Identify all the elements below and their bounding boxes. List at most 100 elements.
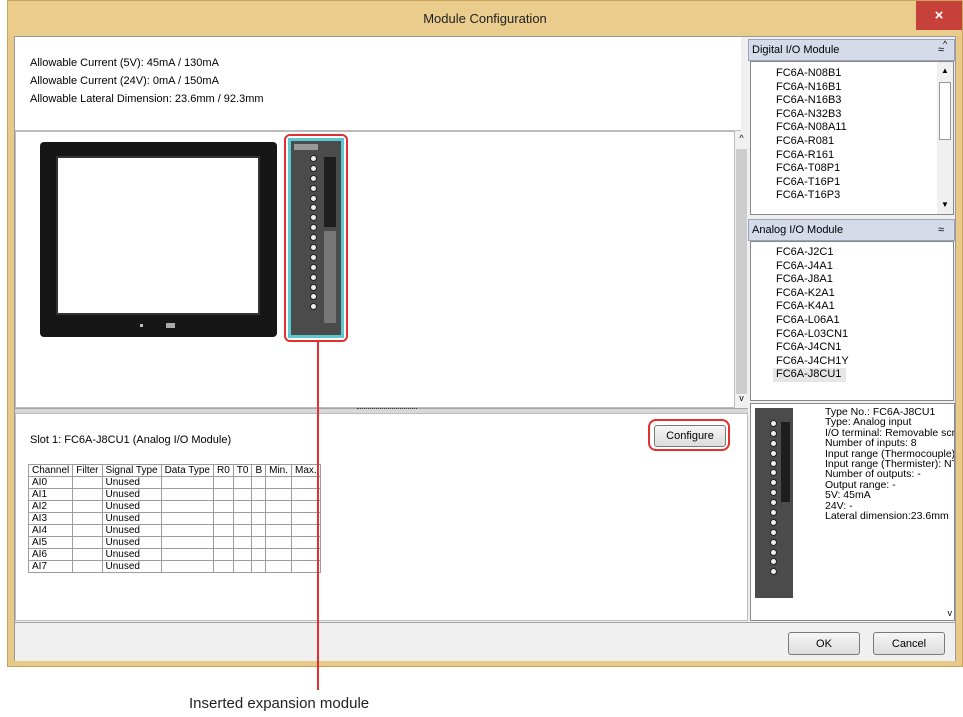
- scroll-down-icon[interactable]: v: [948, 608, 953, 618]
- table-cell[interactable]: AI2: [27, 500, 74, 513]
- table-cell[interactable]: Unused: [101, 512, 162, 525]
- table-row[interactable]: AI1 Unused: [27, 488, 321, 501]
- table-cell[interactable]: [291, 548, 321, 561]
- close-button[interactable]: ×: [916, 1, 962, 30]
- table-cell[interactable]: [251, 560, 267, 573]
- table-cell[interactable]: [291, 512, 321, 525]
- module-list-item[interactable]: FC6A-T08P1: [751, 162, 953, 176]
- module-list-item[interactable]: FC6A-N16B1: [751, 81, 953, 95]
- table-cell[interactable]: [232, 560, 253, 573]
- scroll-down-icon[interactable]: ▼: [937, 200, 953, 209]
- table-cell[interactable]: [72, 536, 103, 549]
- module-list-item[interactable]: FC6A-L03CN1: [751, 328, 953, 342]
- cancel-button[interactable]: Cancel: [873, 632, 945, 655]
- module-list-item[interactable]: FC6A-J8CU1: [773, 368, 846, 382]
- table-cell[interactable]: [212, 560, 234, 573]
- table-cell[interactable]: [72, 524, 103, 537]
- table-cell[interactable]: [72, 476, 103, 489]
- table-row[interactable]: AI5 Unused: [27, 536, 321, 549]
- table-cell[interactable]: [232, 548, 253, 561]
- table-cell[interactable]: [160, 512, 214, 525]
- table-row[interactable]: AI4 Unused: [27, 524, 321, 537]
- table-cell[interactable]: [265, 536, 293, 549]
- ok-button[interactable]: OK: [788, 632, 860, 655]
- table-cell[interactable]: [265, 488, 293, 501]
- table-row[interactable]: AI0 Unused: [27, 476, 321, 489]
- module-list-item[interactable]: FC6A-J4A1: [751, 260, 953, 274]
- module-list-item[interactable]: FC6A-T16P3: [751, 189, 953, 203]
- scroll-thumb[interactable]: [736, 149, 747, 394]
- table-cell[interactable]: Unused: [101, 524, 162, 537]
- table-cell[interactable]: [291, 524, 321, 537]
- module-list-item[interactable]: FC6A-J2C1: [751, 246, 953, 260]
- inserted-expansion-module[interactable]: [288, 138, 344, 338]
- table-cell[interactable]: Unused: [101, 560, 162, 573]
- module-list-item[interactable]: FC6A-N08A11: [751, 121, 953, 135]
- table-cell[interactable]: [251, 476, 267, 489]
- configure-button[interactable]: Configure: [654, 425, 726, 447]
- table-cell[interactable]: AI5: [27, 536, 74, 549]
- table-cell[interactable]: [232, 512, 253, 525]
- table-cell[interactable]: [212, 500, 234, 513]
- module-list-item[interactable]: FC6A-J4CH1Y: [751, 355, 953, 369]
- table-cell[interactable]: [160, 476, 214, 489]
- table-cell[interactable]: AI3: [27, 512, 74, 525]
- table-cell[interactable]: [291, 500, 321, 513]
- table-cell[interactable]: AI1: [27, 488, 74, 501]
- digital-list-scrollbar[interactable]: ▲ ▼: [937, 62, 953, 214]
- module-list-item[interactable]: FC6A-R161: [751, 149, 953, 163]
- table-cell[interactable]: [232, 524, 253, 537]
- table-cell[interactable]: [265, 524, 293, 537]
- table-cell[interactable]: Unused: [101, 548, 162, 561]
- table-cell[interactable]: [265, 548, 293, 561]
- hmi-device-image[interactable]: [40, 142, 277, 337]
- table-cell[interactable]: [232, 476, 253, 489]
- module-list-item[interactable]: FC6A-T16P1: [751, 176, 953, 190]
- table-cell[interactable]: AI7: [27, 560, 74, 573]
- table-cell[interactable]: Unused: [101, 476, 162, 489]
- scroll-thumb[interactable]: [939, 82, 951, 140]
- module-list-item[interactable]: FC6A-J4CN1: [751, 341, 953, 355]
- table-cell[interactable]: Unused: [101, 536, 162, 549]
- table-cell[interactable]: [265, 476, 293, 489]
- table-cell[interactable]: [265, 560, 293, 573]
- table-cell[interactable]: [212, 524, 234, 537]
- table-cell[interactable]: [291, 488, 321, 501]
- table-cell[interactable]: [251, 536, 267, 549]
- table-cell[interactable]: [251, 512, 267, 525]
- table-cell[interactable]: Unused: [101, 488, 162, 501]
- table-cell[interactable]: [251, 488, 267, 501]
- table-cell[interactable]: [212, 488, 234, 501]
- module-list-item[interactable]: FC6A-N32B3: [751, 108, 953, 122]
- table-cell[interactable]: [72, 548, 103, 561]
- panel-scroll-up-icon[interactable]: ^: [943, 39, 947, 49]
- table-row[interactable]: AI7 Unused: [27, 560, 321, 573]
- module-list-item[interactable]: FC6A-J8A1: [751, 273, 953, 287]
- module-list-item[interactable]: FC6A-K4A1: [751, 300, 953, 314]
- table-cell[interactable]: [212, 512, 234, 525]
- analog-group-header[interactable]: Analog I/O Module ≈: [748, 219, 955, 241]
- table-cell[interactable]: [291, 560, 321, 573]
- scroll-up-icon[interactable]: ▲: [937, 66, 953, 75]
- table-cell[interactable]: AI0: [27, 476, 74, 489]
- table-cell[interactable]: [265, 500, 293, 513]
- collapse-icon[interactable]: ≈: [938, 224, 944, 236]
- module-list-item[interactable]: FC6A-N16B3: [751, 94, 953, 108]
- table-cell[interactable]: [232, 488, 253, 501]
- table-cell[interactable]: [72, 488, 103, 501]
- module-list-item[interactable]: FC6A-L06A1: [751, 314, 953, 328]
- table-cell[interactable]: [232, 536, 253, 549]
- table-cell[interactable]: AI6: [27, 548, 74, 561]
- table-row[interactable]: AI3 Unused: [27, 512, 321, 525]
- scroll-down-icon[interactable]: v: [735, 393, 748, 405]
- digital-group-header[interactable]: Digital I/O Module ≈: [748, 39, 955, 61]
- table-cell[interactable]: [265, 512, 293, 525]
- table-cell[interactable]: [160, 524, 214, 537]
- table-cell[interactable]: Unused: [101, 500, 162, 513]
- preview-vertical-scrollbar[interactable]: ^ v: [735, 131, 748, 408]
- table-cell[interactable]: [232, 500, 253, 513]
- table-cell[interactable]: [251, 548, 267, 561]
- table-row[interactable]: AI2 Unused: [27, 500, 321, 513]
- table-cell[interactable]: [291, 476, 321, 489]
- table-cell[interactable]: [251, 524, 267, 537]
